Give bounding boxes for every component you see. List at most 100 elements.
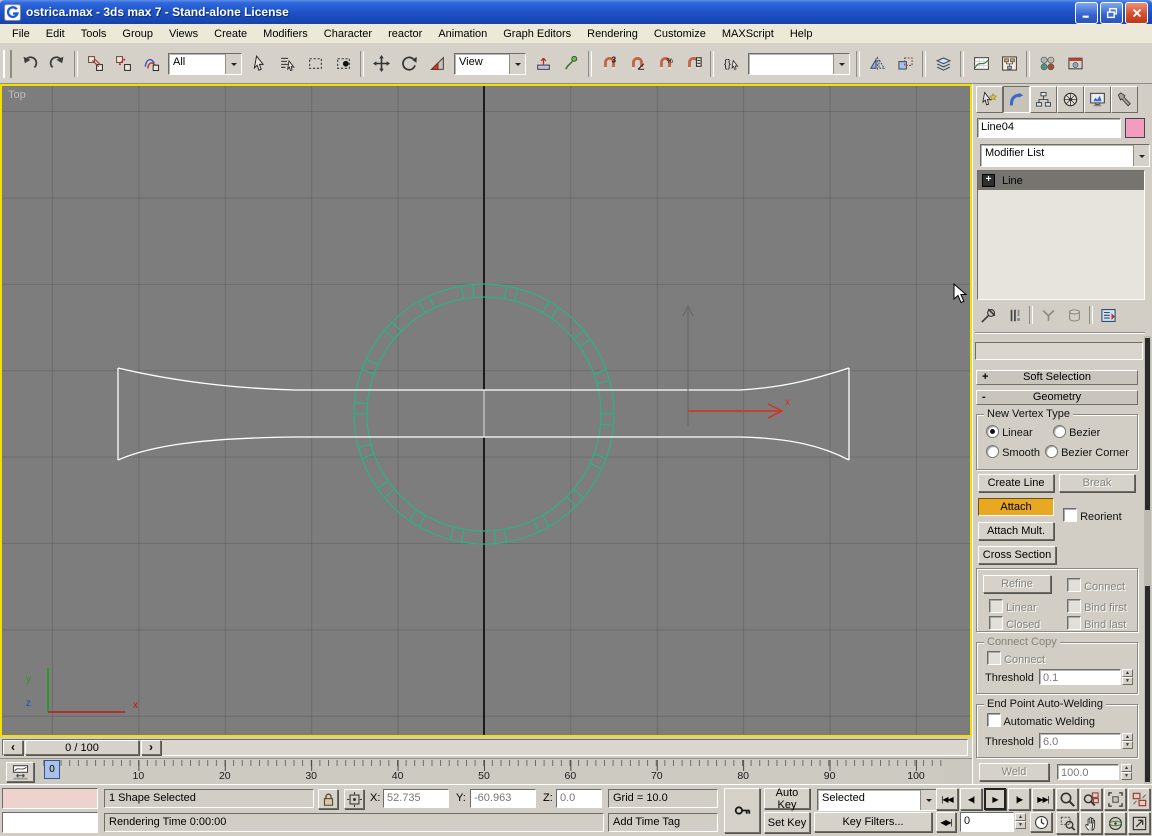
undo-icon[interactable] xyxy=(15,50,43,78)
named-selection-sets-dropdown[interactable] xyxy=(748,52,850,75)
layer-manager-icon[interactable] xyxy=(929,50,957,78)
pan-button[interactable] xyxy=(1080,812,1102,834)
reference-coordinate-system-dropdown[interactable]: View xyxy=(454,52,526,75)
radio-linear[interactable]: Linear xyxy=(986,425,1033,439)
go-to-end-button[interactable]: ▶▶| xyxy=(1032,788,1054,810)
min-max-toggle-button[interactable] xyxy=(1128,812,1150,834)
percent-snap-icon[interactable]: % xyxy=(651,50,679,78)
weld-threshold-field[interactable]: 6.0 xyxy=(1039,733,1121,749)
tab-create[interactable] xyxy=(976,86,1003,113)
create-line-button[interactable]: Create Line xyxy=(978,474,1054,492)
time-configuration-button[interactable] xyxy=(1030,812,1052,832)
set-key-button[interactable]: Set Key xyxy=(764,812,810,833)
threshold-spinner[interactable]: ▲ ▼ xyxy=(1122,733,1133,749)
select-and-rotate-icon[interactable] xyxy=(395,50,423,78)
rollout-soft-selection[interactable]: + Soft Selection xyxy=(976,370,1138,385)
snap-toggle-3d-icon[interactable]: 3 xyxy=(595,50,623,78)
edit-named-selections-icon[interactable]: {} xyxy=(717,50,745,78)
region-zoom-button[interactable] xyxy=(1056,812,1078,834)
select-and-link-icon[interactable] xyxy=(81,50,109,78)
radio-bezier[interactable]: Bezier xyxy=(1053,425,1100,439)
modifier-list-dropdown[interactable]: Modifier List xyxy=(980,144,1150,167)
next-frame-button[interactable]: |▶ xyxy=(1008,788,1030,810)
curve-editor-icon[interactable] xyxy=(967,50,995,78)
viewport-label[interactable]: Top xyxy=(8,89,26,101)
cross-section-button[interactable]: Cross Section xyxy=(978,546,1056,564)
select-by-name-icon[interactable] xyxy=(273,50,301,78)
lock-selection-button[interactable] xyxy=(318,789,338,809)
object-name-field[interactable]: Line04 xyxy=(977,118,1121,138)
x-coordinate-field[interactable]: 52.735 xyxy=(383,789,449,808)
select-object-icon[interactable] xyxy=(245,50,273,78)
reorient-checkbox[interactable]: Reorient xyxy=(1063,508,1122,523)
current-frame-field[interactable]: 0 xyxy=(960,812,1014,832)
title-bar[interactable]: ostrica.max - 3ds max 7 - Stand-alone Li… xyxy=(0,0,1152,24)
menu-item-create[interactable]: Create xyxy=(206,26,255,42)
auto-key-button[interactable]: Auto Key xyxy=(764,787,810,811)
key-filter-selection-dropdown[interactable]: Selected xyxy=(817,789,937,811)
weld-button[interactable]: Weld xyxy=(979,763,1049,781)
select-and-scale-icon[interactable] xyxy=(423,50,451,78)
connect-checkbox[interactable]: Connect xyxy=(1067,578,1125,593)
chevron-down-icon[interactable] xyxy=(1133,145,1149,166)
rollout-geometry[interactable]: - Geometry xyxy=(976,390,1138,405)
frame-spinner[interactable]: ▲ ▼ xyxy=(1015,813,1026,829)
bind-first-checkbox[interactable]: Bind first xyxy=(1067,599,1127,614)
remove-modifier-icon[interactable] xyxy=(1063,304,1085,326)
redo-icon[interactable] xyxy=(43,50,71,78)
panel-scrollbar[interactable] xyxy=(1144,336,1151,784)
angle-snap-icon[interactable] xyxy=(623,50,651,78)
threshold-spinner[interactable]: ▲ ▼ xyxy=(1122,669,1133,685)
configure-modifier-sets-icon[interactable] xyxy=(1097,304,1119,326)
y-coordinate-field[interactable]: -60.963 xyxy=(470,789,536,808)
automatic-welding-checkbox[interactable]: Automatic Welding xyxy=(987,713,1095,728)
menu-item-file[interactable]: File xyxy=(4,26,38,42)
add-time-tag[interactable]: Add Time Tag xyxy=(608,813,718,832)
attach-button[interactable]: Attach xyxy=(978,498,1054,516)
bind-to-space-warp-icon[interactable] xyxy=(137,50,165,78)
mirror-icon[interactable] xyxy=(863,50,891,78)
material-editor-icon[interactable] xyxy=(1033,50,1061,78)
chevron-down-icon[interactable] xyxy=(509,53,525,74)
key-mode-toggle-button[interactable]: ◀▶| xyxy=(936,812,956,832)
tab-display[interactable] xyxy=(1084,86,1111,113)
open-mini-curve-editor-button[interactable] xyxy=(6,762,34,782)
connect-copy-checkbox[interactable]: Connect xyxy=(987,651,1045,666)
refine-button[interactable]: Refine xyxy=(983,575,1051,593)
dogbone-spline[interactable] xyxy=(117,367,850,461)
use-pivot-point-icon[interactable] xyxy=(529,50,557,78)
minimize-button[interactable] xyxy=(1075,2,1098,24)
spinner-snap-icon[interactable] xyxy=(679,50,707,78)
tab-utilities[interactable] xyxy=(1111,86,1138,113)
zoom-extents-all-button[interactable] xyxy=(1128,788,1150,810)
chevron-down-icon[interactable] xyxy=(833,53,849,74)
play-button[interactable]: ▶ xyxy=(984,788,1006,810)
menu-item-customize[interactable]: Customize xyxy=(646,26,714,42)
maxscript-mini-listener-white[interactable] xyxy=(2,812,98,833)
menu-item-graph-editors[interactable]: Graph Editors xyxy=(495,26,579,42)
zoom-extents-button[interactable] xyxy=(1104,788,1126,810)
set-keys-button[interactable] xyxy=(724,788,760,833)
previous-frame-arrow[interactable]: ‹ xyxy=(3,740,23,755)
rollout-collapse-icon[interactable]: - xyxy=(982,391,986,404)
break-button[interactable]: Break xyxy=(1059,474,1135,492)
make-unique-icon[interactable] xyxy=(1037,304,1059,326)
menu-item-maxscript[interactable]: MAXScript xyxy=(714,26,782,42)
linear-checkbox[interactable]: Linear xyxy=(989,599,1037,614)
menu-item-edit[interactable]: Edit xyxy=(38,26,73,42)
go-to-start-button[interactable]: |◀◀ xyxy=(936,788,958,810)
unlink-selection-icon[interactable] xyxy=(109,50,137,78)
select-and-manipulate-icon[interactable] xyxy=(557,50,585,78)
current-frame-marker[interactable]: 0 xyxy=(44,760,60,779)
schematic-view-icon[interactable] xyxy=(995,50,1023,78)
menu-item-tools[interactable]: Tools xyxy=(73,26,115,42)
restore-button[interactable] xyxy=(1100,2,1123,24)
menu-item-help[interactable]: Help xyxy=(782,26,821,42)
menu-item-animation[interactable]: Animation xyxy=(430,26,495,42)
menu-item-rendering[interactable]: Rendering xyxy=(579,26,646,42)
z-coordinate-field[interactable]: 0.0 xyxy=(556,789,602,808)
modifier-stack[interactable]: + Line xyxy=(977,170,1145,300)
menu-item-views[interactable]: Views xyxy=(161,26,206,42)
close-button[interactable] xyxy=(1125,2,1148,24)
previous-frame-button[interactable]: ◀| xyxy=(960,788,982,810)
